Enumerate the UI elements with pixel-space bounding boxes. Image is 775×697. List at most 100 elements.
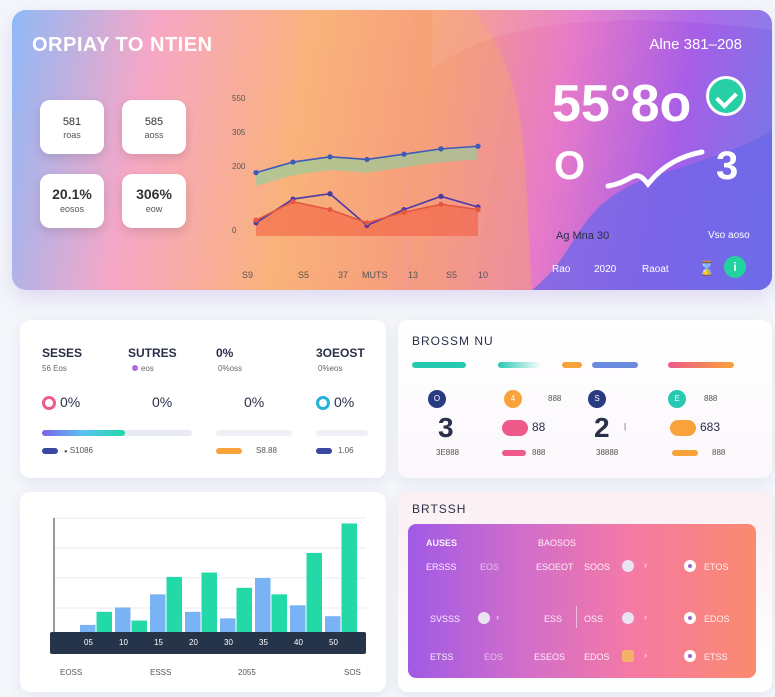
y-tick: 0 — [232, 226, 237, 235]
stats-header: 0% — [216, 346, 234, 360]
x-tick: 13 — [408, 270, 419, 280]
progress-pill — [498, 362, 542, 368]
metric-digit: O — [554, 144, 586, 188]
toggle-knob[interactable] — [478, 612, 490, 624]
option-cell: EDOS — [704, 614, 730, 624]
item-caption: 38888 — [596, 448, 619, 457]
line-point[interactable] — [364, 156, 370, 163]
stats-header: SESES — [42, 346, 83, 360]
check-icon[interactable] — [706, 76, 746, 116]
line-point[interactable] — [401, 151, 407, 157]
hero-footer-label: Raoat — [642, 264, 669, 275]
options-header: BAOSOS — [538, 538, 577, 548]
line-point[interactable] — [253, 170, 259, 176]
share-icon[interactable]: ⌛ — [698, 260, 715, 277]
stat-value: 20.1% — [52, 186, 92, 202]
item-badge[interactable] — [502, 420, 528, 436]
line-point[interactable] — [475, 207, 481, 213]
line-point[interactable] — [327, 154, 333, 160]
line-point[interactable] — [438, 201, 444, 207]
stat-card[interactable]: 306% eow — [122, 174, 186, 228]
big-metric-value: 55°8o — [552, 75, 692, 133]
stat-card[interactable]: 20.1% eosos — [40, 174, 104, 228]
chevron-right-icon[interactable]: › — [644, 650, 647, 660]
chevron-right-icon[interactable]: › — [644, 560, 647, 570]
option-cell: ESEOS — [534, 652, 566, 662]
legend-label: ● S1086 — [64, 446, 93, 455]
bar-category-label: 35 — [259, 638, 268, 647]
progress-track — [316, 430, 368, 436]
option-cell: ETOS — [704, 562, 729, 572]
bar-category-label: 20 — [189, 638, 198, 647]
option-cell: SVSSS — [430, 614, 461, 624]
item-caption: 888 — [712, 448, 726, 457]
progress-pill — [412, 362, 466, 368]
x-tick: 37 — [338, 270, 349, 280]
item-number: 3 — [438, 412, 454, 443]
x-label: SOS — [344, 668, 361, 677]
item-badge-text: 683 — [700, 420, 721, 434]
line-point[interactable] — [253, 217, 259, 223]
metric-swoosh — [605, 149, 705, 189]
progress-pill — [668, 362, 734, 368]
option-cell: EDOS — [584, 652, 610, 662]
checkbox[interactable] — [622, 650, 634, 662]
item-caption: 888 — [532, 448, 546, 457]
bar[interactable] — [201, 572, 218, 638]
chevron-right-icon[interactable]: › — [496, 612, 499, 622]
toggle-knob[interactable] — [622, 560, 634, 572]
option-cell: EOS — [480, 562, 500, 572]
options-title: BRTSSH — [412, 502, 467, 516]
bar[interactable] — [341, 523, 358, 638]
line-point[interactable] — [327, 207, 333, 213]
bar-category-label: 40 — [294, 638, 303, 647]
option-cell: ESS — [544, 614, 563, 624]
item-icon[interactable]: S — [588, 390, 606, 408]
line-point[interactable] — [438, 193, 444, 199]
legend-label: S8.88 — [256, 446, 277, 455]
bar[interactable] — [236, 587, 253, 638]
stats-sub: eos — [132, 364, 154, 373]
line-point[interactable] — [327, 191, 333, 197]
metric-digit: 3 — [716, 144, 739, 188]
option-cell: ETSS — [430, 652, 454, 662]
stat-card[interactable]: 585 aoss — [122, 100, 186, 154]
progress-panel: BROSSM NU O 4 S E 888 888 3 88 2 | 683 3… — [398, 320, 772, 478]
item-icon[interactable]: E — [668, 390, 686, 408]
bar-chart-axis-strip — [50, 632, 366, 654]
x-tick: S5 — [298, 270, 310, 280]
item-pill — [672, 450, 698, 456]
line-point[interactable] — [475, 143, 481, 149]
bar[interactable] — [166, 576, 183, 638]
info-icon[interactable]: i — [724, 256, 746, 278]
stat-ring-value: 0% — [152, 394, 173, 410]
stat-card[interactable]: 581 roas — [40, 100, 104, 154]
hero-date: Alne 381–208 — [649, 36, 742, 53]
item-icon[interactable]: 4 — [504, 390, 522, 408]
item-icon[interactable]: O — [428, 390, 446, 408]
line-point[interactable] — [290, 199, 296, 205]
bar[interactable] — [306, 552, 323, 638]
line-point[interactable] — [290, 159, 296, 165]
radio-button[interactable] — [684, 612, 696, 624]
line-point[interactable] — [438, 146, 444, 152]
hero-title: ORPIAY TO NTIEN — [32, 34, 213, 56]
item-badge[interactable] — [670, 420, 696, 436]
line-point[interactable] — [364, 220, 370, 226]
hero-link[interactable]: Vso aoso — [708, 230, 750, 241]
legend-swatch — [216, 448, 242, 454]
chart-area-band — [256, 146, 478, 186]
chevron-right-icon[interactable]: › — [644, 612, 647, 622]
toggle-knob[interactable] — [622, 612, 634, 624]
hero-line-chart[interactable] — [242, 90, 492, 250]
ring-icon — [42, 396, 56, 411]
option-cell: ERSSS — [426, 562, 457, 572]
radio-button[interactable] — [684, 560, 696, 572]
radio-button[interactable] — [684, 650, 696, 662]
stats-sub: 56 Eos — [42, 364, 67, 373]
bar[interactable] — [255, 578, 271, 638]
line-point[interactable] — [401, 209, 407, 215]
progress-track — [216, 430, 292, 436]
option-cell: OSS — [584, 614, 604, 624]
stats-header: 3OEOST — [316, 346, 365, 360]
